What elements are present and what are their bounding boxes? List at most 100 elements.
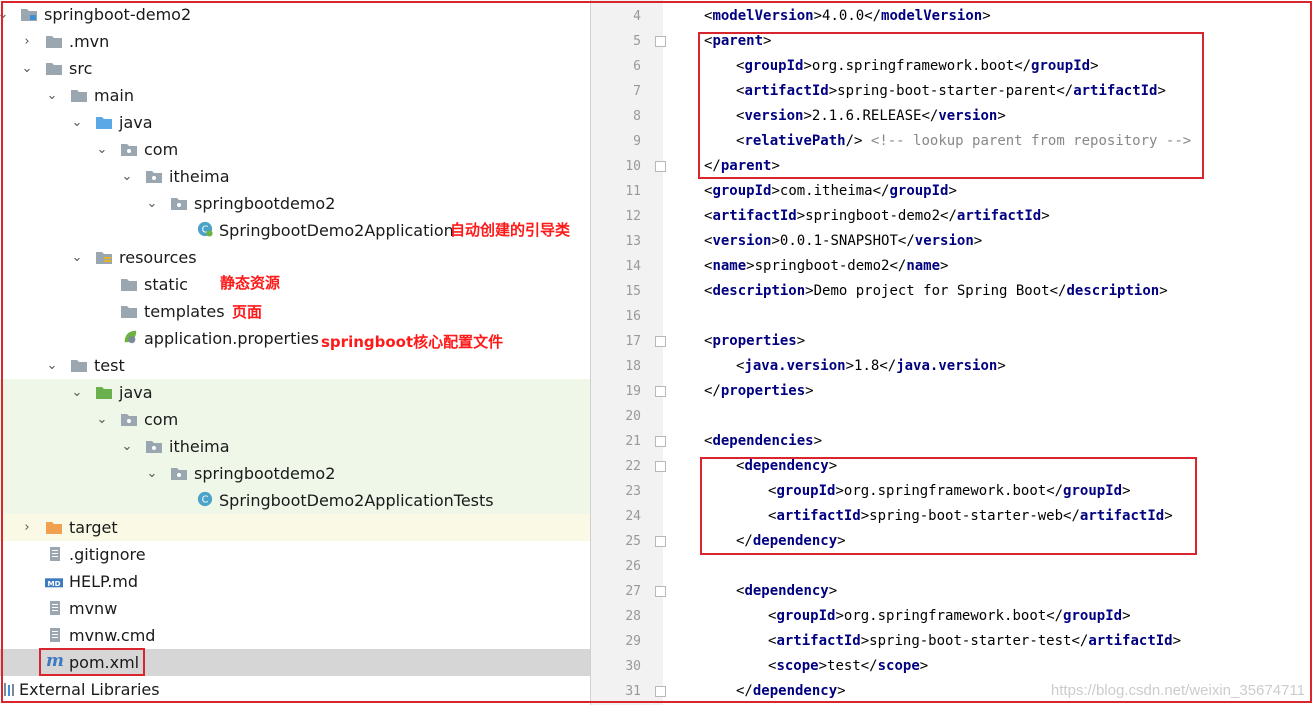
tree-label-main-java: java	[119, 113, 153, 132]
code-line-27[interactable]: <dependency>	[736, 579, 837, 604]
line-number: 31	[625, 684, 641, 699]
code-line-9[interactable]: <relativePath/> <!-- lookup parent from …	[736, 129, 1191, 154]
line-number: 14	[625, 259, 641, 274]
line-number: 27	[625, 584, 641, 599]
tree-row-main-itheima[interactable]: ⌄ itheima	[0, 163, 590, 190]
tree-row-test-itheima[interactable]: ⌄ itheima	[0, 433, 590, 460]
chevron-down-icon[interactable]: ⌄	[93, 406, 111, 433]
code-line-21[interactable]: <dependencies>	[704, 429, 822, 454]
fold-marker[interactable]	[655, 386, 666, 397]
project-tree-panel: ⌄ springboot-demo2 › .mvn ⌄ src ⌄ main ⌄…	[0, 0, 590, 705]
code-line-30[interactable]: <scope>test</scope>	[768, 654, 928, 679]
code-line-25[interactable]: </dependency>	[736, 529, 846, 554]
tree-row-mvnw-cmd[interactable]: mvnw.cmd	[0, 622, 590, 649]
tree-row-resources[interactable]: ⌄ resources	[0, 244, 590, 271]
tree-row-main[interactable]: ⌄ main	[0, 82, 590, 109]
chevron-down-icon[interactable]: ⌄	[93, 136, 111, 163]
chevron-right-icon[interactable]: ›	[18, 514, 36, 541]
line-number: 21	[625, 434, 641, 449]
annotation-config: springboot核心配置文件	[321, 333, 504, 351]
source-folder-icon	[96, 117, 112, 129]
line-number: 30	[625, 659, 641, 674]
package-icon	[121, 414, 137, 426]
tree-row-static[interactable]: static	[0, 271, 590, 298]
folder-icon	[121, 279, 137, 291]
chevron-down-icon[interactable]: ⌄	[68, 244, 86, 271]
fold-marker[interactable]	[655, 536, 666, 547]
code-line-8[interactable]: <version>2.1.6.RELEASE</version>	[736, 104, 1006, 129]
chevron-right-icon[interactable]: ›	[18, 28, 36, 55]
annotation-static: 静态资源	[220, 274, 281, 292]
chevron-down-icon[interactable]: ⌄	[43, 82, 61, 109]
code-line-18[interactable]: <java.version>1.8</java.version>	[736, 354, 1006, 379]
chevron-down-icon[interactable]: ⌄	[68, 379, 86, 406]
code-line-31[interactable]: </dependency>	[736, 679, 846, 704]
code-line-23[interactable]: <groupId>org.springframework.boot</group…	[768, 479, 1131, 504]
chevron-down-icon[interactable]: ⌄	[68, 109, 86, 136]
code-line-15[interactable]: <description>Demo project for Spring Boo…	[704, 279, 1168, 304]
fold-marker[interactable]	[655, 161, 666, 172]
chevron-down-icon[interactable]: ⌄	[18, 55, 36, 82]
library-icon	[4, 683, 14, 696]
tree-label-help: HELP.md	[69, 572, 139, 591]
code-line-14[interactable]: <name>springboot-demo2</name>	[704, 254, 948, 279]
folder-icon	[46, 63, 62, 75]
line-number: 15	[625, 284, 641, 299]
fold-marker[interactable]	[655, 36, 666, 47]
tree-row-gitignore[interactable]: .gitignore	[0, 541, 590, 568]
tree-row-pom[interactable]: m pom.xml	[0, 649, 590, 676]
chevron-down-icon[interactable]: ⌄	[0, 1, 12, 28]
line-number: 9	[633, 134, 641, 149]
package-icon	[121, 144, 137, 156]
code-line-22[interactable]: <dependency>	[736, 454, 837, 479]
tree-row-test-com[interactable]: ⌄ com	[0, 406, 590, 433]
tree-row-project-root[interactable]: ⌄ springboot-demo2	[0, 1, 590, 28]
tree-row-test-java[interactable]: ⌄ java	[0, 379, 590, 406]
tree-row-test-pkg[interactable]: ⌄ springbootdemo2	[0, 460, 590, 487]
chevron-down-icon[interactable]: ⌄	[143, 460, 161, 487]
code-line-24[interactable]: <artifactId>spring-boot-starter-web</art…	[768, 504, 1173, 529]
tree-row-test[interactable]: ⌄ test	[0, 352, 590, 379]
chevron-down-icon[interactable]: ⌄	[143, 190, 161, 217]
tree-row-main-java[interactable]: ⌄ java	[0, 109, 590, 136]
tree-label-test-com: com	[144, 410, 179, 429]
line-number: 22	[625, 459, 641, 474]
tree-row-main-pkg[interactable]: ⌄ springbootdemo2	[0, 190, 590, 217]
tree-row-templates[interactable]: templates	[0, 298, 590, 325]
fold-marker[interactable]	[655, 461, 666, 472]
tree-row-help[interactable]: MD HELP.md	[0, 568, 590, 595]
tree-row-mvnw[interactable]: mvnw	[0, 595, 590, 622]
chevron-down-icon[interactable]: ⌄	[118, 163, 136, 190]
fold-marker[interactable]	[655, 686, 666, 697]
tree-row-src[interactable]: ⌄ src	[0, 55, 590, 82]
fold-marker[interactable]	[655, 586, 666, 597]
fold-marker[interactable]	[655, 436, 666, 447]
chevron-down-icon[interactable]: ⌄	[118, 433, 136, 460]
code-line-6[interactable]: <groupId>org.springframework.boot</group…	[736, 54, 1099, 79]
code-line-4[interactable]: <modelVersion>4.0.0</modelVersion>	[704, 4, 991, 29]
code-line-11[interactable]: <groupId>com.itheima</groupId>	[704, 179, 957, 204]
chevron-down-icon[interactable]: ⌄	[43, 352, 61, 379]
tree-row-test-class[interactable]: C SpringbootDemo2ApplicationTests	[0, 487, 590, 514]
code-line-28[interactable]: <groupId>org.springframework.boot</group…	[768, 604, 1131, 629]
tree-row-external-libraries[interactable]: External Libraries	[0, 676, 590, 703]
code-line-17[interactable]: <properties>	[704, 329, 805, 354]
tree-label-test-pkg: springbootdemo2	[194, 464, 336, 483]
line-number: 5	[633, 34, 641, 49]
code-line-10[interactable]: </parent>	[704, 154, 780, 179]
code-line-5[interactable]: <parent>	[704, 29, 771, 54]
maven-m-icon: m	[46, 651, 64, 671]
tree-row-target[interactable]: › target	[0, 514, 590, 541]
tree-row-main-com[interactable]: ⌄ com	[0, 136, 590, 163]
code-line-19[interactable]: </properties>	[704, 379, 814, 404]
tree-label-mvnw: mvnw	[69, 599, 118, 618]
annotation-bootstrap: 自动创建的引导类	[450, 221, 571, 239]
code-line-7[interactable]: <artifactId>spring-boot-starter-parent</…	[736, 79, 1166, 104]
line-number: 12	[625, 209, 641, 224]
code-line-29[interactable]: <artifactId>spring-boot-starter-test</ar…	[768, 629, 1181, 654]
tree-row-mvn[interactable]: › .mvn	[0, 28, 590, 55]
code-line-12[interactable]: <artifactId>springboot-demo2</artifactId…	[704, 204, 1050, 229]
code-line-13[interactable]: <version>0.0.1-SNAPSHOT</version>	[704, 229, 982, 254]
project-folder-icon	[21, 9, 37, 21]
fold-marker[interactable]	[655, 336, 666, 347]
